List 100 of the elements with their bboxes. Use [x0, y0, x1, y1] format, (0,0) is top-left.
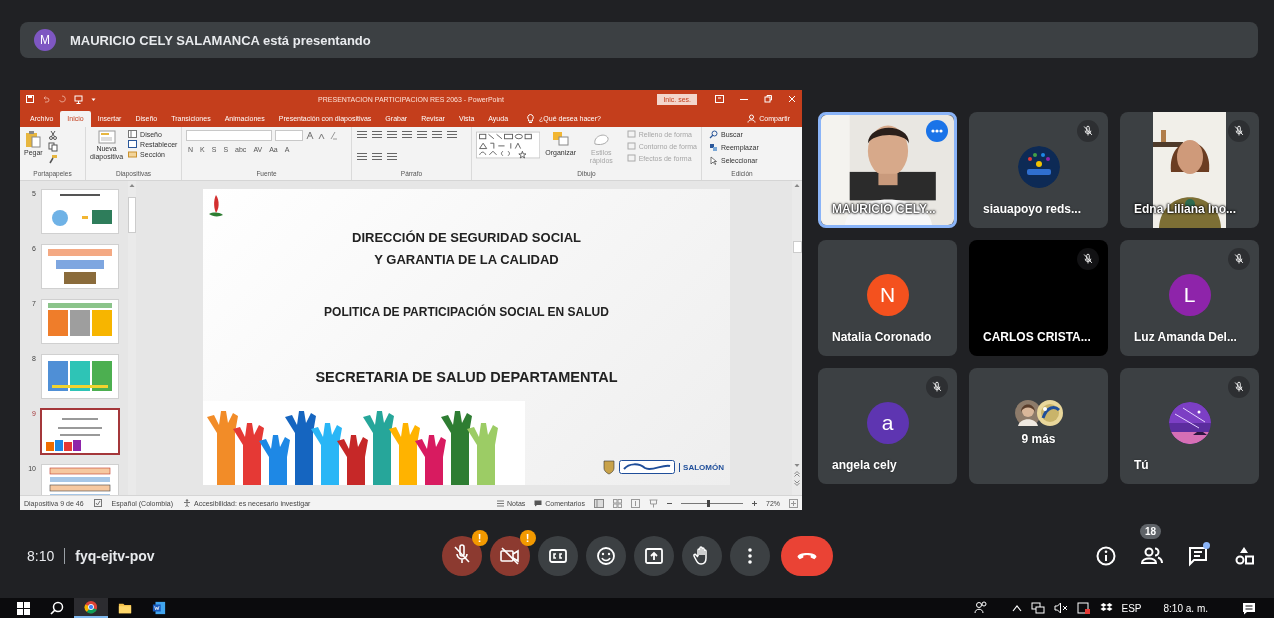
- participant-tile[interactable]: CARLOS CRISTA...: [969, 240, 1108, 356]
- scroll-up-icon[interactable]: [794, 183, 800, 188]
- scrollbar-thumb[interactable]: [792, 241, 802, 253]
- shrink-font-icon[interactable]: [318, 131, 326, 140]
- previous-slide-icon[interactable]: [794, 471, 800, 477]
- participant-avatar: a: [866, 402, 909, 444]
- warning-badge: !: [471, 530, 488, 546]
- slide-thumbnail[interactable]: [42, 300, 118, 343]
- participant-name: Luz Amanda Del...: [1133, 330, 1238, 346]
- notes-icon: [497, 499, 504, 507]
- clock[interactable]: 8:10 a. m.: [1163, 602, 1208, 614]
- captions-button[interactable]: [537, 536, 578, 576]
- tray-app-icon[interactable]: [1076, 601, 1091, 615]
- participant-tile[interactable]: a angela cely: [818, 368, 957, 484]
- present-button[interactable]: [633, 536, 674, 576]
- copy-icon[interactable]: [47, 142, 58, 152]
- participant-tile[interactable]: L Luz Amanda Del...: [1120, 240, 1259, 356]
- font-size-field[interactable]: [275, 130, 303, 141]
- save-icon[interactable]: [26, 95, 34, 103]
- font-name-field[interactable]: [186, 130, 272, 141]
- participant-tile[interactable]: N Natalia Coronado: [818, 240, 957, 356]
- reading-view-icon[interactable]: [631, 498, 640, 508]
- close-icon[interactable]: [788, 95, 796, 103]
- microphone-button[interactable]: [441, 536, 482, 576]
- slide-thumbnail[interactable]: [42, 245, 118, 288]
- more-dots-glyph: [931, 129, 943, 133]
- slideshow-icon[interactable]: [74, 94, 83, 104]
- reset-icon: [128, 140, 138, 148]
- participant-name: angela cely: [831, 458, 898, 474]
- slide-thumbnail[interactable]: [42, 410, 118, 453]
- indent-icon[interactable]: [386, 130, 398, 139]
- zoom-out-icon[interactable]: [667, 500, 672, 506]
- align-left-icon[interactable]: [416, 130, 428, 139]
- participant-tile[interactable]: siauapoyo reds...: [969, 112, 1108, 228]
- bullets-icon[interactable]: [356, 130, 368, 139]
- align-center-icon[interactable]: [431, 130, 443, 139]
- slide-title: DIRECCIÓN DE SEGURIDAD SOCIAL: [352, 229, 581, 247]
- network-icon[interactable]: [1030, 602, 1045, 614]
- end-call-button[interactable]: [780, 536, 833, 576]
- columns-icon[interactable]: [371, 152, 383, 161]
- scroll-down-icon[interactable]: [794, 463, 800, 468]
- word-document-icon: [152, 601, 166, 615]
- align-right-icon[interactable]: [446, 130, 458, 139]
- raise-hand-button[interactable]: [681, 536, 722, 576]
- ribbon-display-icon[interactable]: [715, 95, 724, 103]
- newspaper-logo-icon: [619, 460, 676, 474]
- slide-thumbnail[interactable]: [42, 190, 118, 233]
- zoom-in-icon[interactable]: [752, 500, 757, 506]
- box-icon[interactable]: [1099, 602, 1113, 614]
- chat-icon: [1187, 545, 1209, 567]
- zoom-slider-thumb[interactable]: [707, 499, 711, 507]
- participant-count-badge: 18: [1140, 524, 1162, 539]
- slide-icon: [97, 130, 116, 144]
- grow-font-icon[interactable]: [306, 131, 315, 140]
- comment-icon: [534, 499, 543, 507]
- participant-tile[interactable]: MAURICIO CELY...: [818, 112, 957, 228]
- participant-tile[interactable]: 9 más: [969, 368, 1108, 484]
- text-direction-icon[interactable]: [386, 152, 398, 161]
- normal-view-icon[interactable]: [594, 498, 604, 508]
- reactions-button[interactable]: [585, 536, 626, 576]
- slide-subtitle: POLITICA DE PARTICIPACIÓN SOCIAL EN SALUD: [324, 303, 609, 321]
- scrollbar-thumb[interactable]: [128, 197, 136, 233]
- coat-of-arms-icon: [603, 459, 616, 475]
- info-icon: [1095, 545, 1117, 567]
- presenter-message: MAURICIO CELY SALAMANCA está presentando: [70, 32, 371, 48]
- participant-name: siauapoyo reds...: [982, 202, 1083, 218]
- participant-name: CARLOS CRISTA...: [982, 330, 1092, 346]
- people-icon[interactable]: [973, 601, 988, 615]
- shapes-gallery[interactable]: [476, 130, 541, 160]
- camera-button[interactable]: [489, 536, 530, 576]
- scroll-up-icon[interactable]: [129, 183, 135, 188]
- participant-name: Natalia Coronado: [831, 330, 933, 346]
- numbering-icon[interactable]: [371, 130, 383, 139]
- participant-count-label[interactable]: 9 más: [1021, 432, 1056, 446]
- taskbar-app-button[interactable]: [74, 598, 108, 618]
- cut-icon[interactable]: [47, 130, 58, 140]
- notification-icon[interactable]: [1242, 601, 1256, 615]
- fit-slide-icon[interactable]: [789, 498, 798, 508]
- line-spacing-icon[interactable]: [401, 130, 413, 139]
- presenter-view-icon[interactable]: [649, 498, 658, 508]
- shapes-icon: [1233, 545, 1255, 567]
- more-options-button[interactable]: [729, 536, 770, 576]
- spellcheck-icon[interactable]: [93, 499, 102, 507]
- arrange-icon: [550, 130, 571, 148]
- search-icon: [50, 601, 64, 615]
- next-slide-icon[interactable]: [794, 480, 800, 486]
- customize-caret-icon[interactable]: [91, 96, 96, 102]
- participant-tile[interactable]: Tú: [1120, 368, 1259, 484]
- participant-name: Tú: [1133, 458, 1150, 474]
- keyboard-language[interactable]: ESP: [1121, 602, 1142, 614]
- logo-text: SALOMÓN: [679, 462, 724, 472]
- sorter-view-icon[interactable]: [613, 498, 622, 508]
- chevron-up-icon[interactable]: [1011, 604, 1022, 612]
- justify-icon[interactable]: [356, 152, 368, 161]
- maximize-icon[interactable]: [764, 95, 772, 103]
- slide-thumbnail[interactable]: [42, 355, 118, 398]
- layout-icon: [128, 130, 138, 138]
- format-painter-icon[interactable]: [47, 154, 58, 164]
- speaker-muted-icon[interactable]: [1053, 602, 1068, 614]
- people-icon: [1140, 545, 1164, 567]
